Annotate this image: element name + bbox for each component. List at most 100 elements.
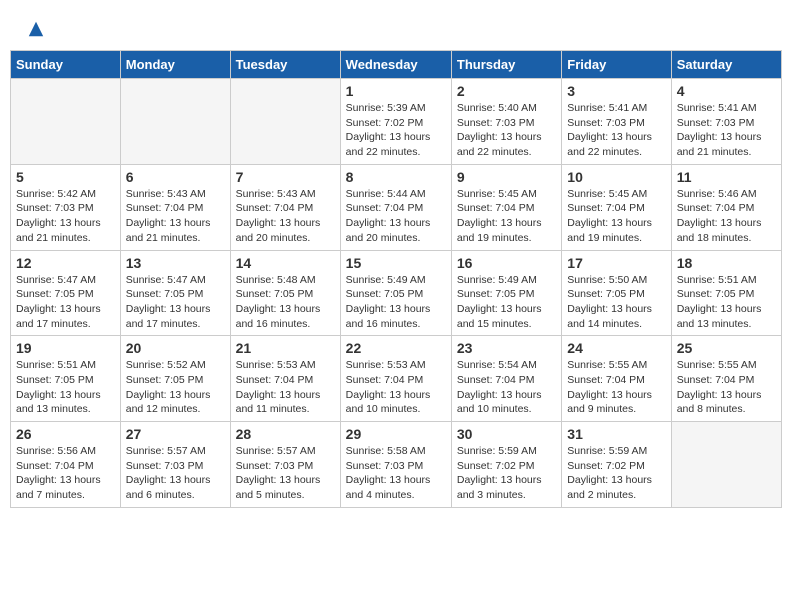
day-number: 22	[346, 340, 446, 356]
weekday-header-tuesday: Tuesday	[230, 51, 340, 79]
weekday-header-sunday: Sunday	[11, 51, 121, 79]
logo-icon	[27, 20, 45, 38]
day-number: 1	[346, 83, 446, 99]
day-info: Sunrise: 5:43 AMSunset: 7:04 PMDaylight:…	[236, 187, 335, 246]
calendar-cell	[230, 79, 340, 165]
calendar-cell: 24 Sunrise: 5:55 AMSunset: 7:04 PMDayligh…	[562, 336, 671, 422]
calendar-cell: 12 Sunrise: 5:47 AMSunset: 7:05 PMDayligh…	[11, 250, 121, 336]
day-number: 21	[236, 340, 335, 356]
calendar-cell: 18Sunrise: 5:51 AMSunset: 7:05 PMDayligh…	[671, 250, 781, 336]
day-number: 6	[126, 169, 225, 185]
day-info: Sunrise: 5:40 AMSunset: 7:03 PMDaylight:…	[457, 101, 556, 160]
calendar-cell: 4 Sunrise: 5:41 AMSunset: 7:03 PMDaylight…	[671, 79, 781, 165]
weekday-header-saturday: Saturday	[671, 51, 781, 79]
day-number: 29	[346, 426, 446, 442]
calendar-cell: 19Sunrise: 5:51 AMSunset: 7:05 PMDayligh…	[11, 336, 121, 422]
day-info: Sunrise: 5:53 AMSunset: 7:04 PMDaylight:…	[346, 358, 446, 417]
day-number: 30	[457, 426, 556, 442]
day-info: Sunrise: 5:41 AMSunset: 7:03 PMDaylight:…	[567, 101, 665, 160]
day-number: 14	[236, 255, 335, 271]
day-info: Sunrise: 5:48 AMSunset: 7:05 PMDaylight:…	[236, 273, 335, 332]
calendar-cell: 9 Sunrise: 5:45 AMSunset: 7:04 PMDaylight…	[451, 164, 561, 250]
day-info: Sunrise: 5:59 AMSunset: 7:02 PMDaylight:…	[457, 444, 556, 503]
day-number: 2	[457, 83, 556, 99]
day-info: Sunrise: 5:49 AMSunset: 7:05 PMDaylight:…	[457, 273, 556, 332]
calendar-week-row: 12 Sunrise: 5:47 AMSunset: 7:05 PMDayligh…	[11, 250, 782, 336]
calendar-cell: 27Sunrise: 5:57 AMSunset: 7:03 PMDayligh…	[120, 422, 230, 508]
calendar-cell: 5 Sunrise: 5:42 AMSunset: 7:03 PMDaylight…	[11, 164, 121, 250]
day-number: 27	[126, 426, 225, 442]
day-info: Sunrise: 5:42 AMSunset: 7:03 PMDaylight:…	[16, 187, 115, 246]
calendar-cell	[671, 422, 781, 508]
calendar-header-row: SundayMondayTuesdayWednesdayThursdayFrid…	[11, 51, 782, 79]
calendar-cell	[11, 79, 121, 165]
day-info: Sunrise: 5:58 AMSunset: 7:03 PMDaylight:…	[346, 444, 446, 503]
weekday-header-friday: Friday	[562, 51, 671, 79]
day-info: Sunrise: 5:52 AMSunset: 7:05 PMDaylight:…	[126, 358, 225, 417]
calendar-cell	[120, 79, 230, 165]
calendar-cell: 10 Sunrise: 5:45 AMSunset: 7:04 PMDayligh…	[562, 164, 671, 250]
calendar-cell: 16 Sunrise: 5:49 AMSunset: 7:05 PMDayligh…	[451, 250, 561, 336]
day-info: Sunrise: 5:53 AMSunset: 7:04 PMDaylight:…	[236, 358, 335, 417]
day-info: Sunrise: 5:46 AMSunset: 7:04 PMDaylight:…	[677, 187, 776, 246]
calendar-cell: 29 Sunrise: 5:58 AMSunset: 7:03 PMDayligh…	[340, 422, 451, 508]
day-number: 9	[457, 169, 556, 185]
day-number: 23	[457, 340, 556, 356]
calendar-cell: 6 Sunrise: 5:43 AMSunset: 7:04 PMDaylight…	[120, 164, 230, 250]
weekday-header-monday: Monday	[120, 51, 230, 79]
calendar-week-row: 19Sunrise: 5:51 AMSunset: 7:05 PMDayligh…	[11, 336, 782, 422]
day-info: Sunrise: 5:39 AMSunset: 7:02 PMDaylight:…	[346, 101, 446, 160]
calendar-week-row: 1 Sunrise: 5:39 AMSunset: 7:02 PMDaylight…	[11, 79, 782, 165]
calendar-cell: 13 Sunrise: 5:47 AMSunset: 7:05 PMDayligh…	[120, 250, 230, 336]
day-number: 26	[16, 426, 115, 442]
day-number: 31	[567, 426, 665, 442]
day-info: Sunrise: 5:43 AMSunset: 7:04 PMDaylight:…	[126, 187, 225, 246]
calendar-cell: 7 Sunrise: 5:43 AMSunset: 7:04 PMDaylight…	[230, 164, 340, 250]
day-number: 28	[236, 426, 335, 442]
day-info: Sunrise: 5:56 AMSunset: 7:04 PMDaylight:…	[16, 444, 115, 503]
day-info: Sunrise: 5:54 AMSunset: 7:04 PMDaylight:…	[457, 358, 556, 417]
day-number: 4	[677, 83, 776, 99]
weekday-header-thursday: Thursday	[451, 51, 561, 79]
day-info: Sunrise: 5:49 AMSunset: 7:05 PMDaylight:…	[346, 273, 446, 332]
calendar-cell: 26 Sunrise: 5:56 AMSunset: 7:04 PMDayligh…	[11, 422, 121, 508]
day-info: Sunrise: 5:51 AMSunset: 7:05 PMDaylight:…	[16, 358, 115, 417]
calendar-cell: 11Sunrise: 5:46 AMSunset: 7:04 PMDayligh…	[671, 164, 781, 250]
day-number: 13	[126, 255, 225, 271]
day-info: Sunrise: 5:55 AMSunset: 7:04 PMDaylight:…	[567, 358, 665, 417]
calendar-cell: 3Sunrise: 5:41 AMSunset: 7:03 PMDaylight…	[562, 79, 671, 165]
calendar-table: SundayMondayTuesdayWednesdayThursdayFrid…	[10, 50, 782, 508]
calendar-cell: 21 Sunrise: 5:53 AMSunset: 7:04 PMDayligh…	[230, 336, 340, 422]
day-info: Sunrise: 5:59 AMSunset: 7:02 PMDaylight:…	[567, 444, 665, 503]
day-number: 10	[567, 169, 665, 185]
calendar-cell: 15Sunrise: 5:49 AMSunset: 7:05 PMDayligh…	[340, 250, 451, 336]
day-info: Sunrise: 5:47 AMSunset: 7:05 PMDaylight:…	[126, 273, 225, 332]
day-number: 12	[16, 255, 115, 271]
day-number: 7	[236, 169, 335, 185]
day-number: 16	[457, 255, 556, 271]
calendar-cell: 25Sunrise: 5:55 AMSunset: 7:04 PMDayligh…	[671, 336, 781, 422]
day-number: 24	[567, 340, 665, 356]
day-info: Sunrise: 5:51 AMSunset: 7:05 PMDaylight:…	[677, 273, 776, 332]
day-number: 8	[346, 169, 446, 185]
day-info: Sunrise: 5:41 AMSunset: 7:03 PMDaylight:…	[677, 101, 776, 160]
day-number: 5	[16, 169, 115, 185]
calendar-week-row: 5 Sunrise: 5:42 AMSunset: 7:03 PMDaylight…	[11, 164, 782, 250]
calendar-cell: 2 Sunrise: 5:40 AMSunset: 7:03 PMDaylight…	[451, 79, 561, 165]
day-info: Sunrise: 5:47 AMSunset: 7:05 PMDaylight:…	[16, 273, 115, 332]
day-info: Sunrise: 5:57 AMSunset: 7:03 PMDaylight:…	[236, 444, 335, 503]
page-header	[10, 10, 782, 45]
calendar-cell: 30 Sunrise: 5:59 AMSunset: 7:02 PMDayligh…	[451, 422, 561, 508]
calendar-cell: 1 Sunrise: 5:39 AMSunset: 7:02 PMDaylight…	[340, 79, 451, 165]
calendar-cell: 20Sunrise: 5:52 AMSunset: 7:05 PMDayligh…	[120, 336, 230, 422]
calendar-cell: 28 Sunrise: 5:57 AMSunset: 7:03 PMDayligh…	[230, 422, 340, 508]
calendar-cell: 8Sunrise: 5:44 AMSunset: 7:04 PMDaylight…	[340, 164, 451, 250]
day-number: 17	[567, 255, 665, 271]
day-info: Sunrise: 5:50 AMSunset: 7:05 PMDaylight:…	[567, 273, 665, 332]
weekday-header-wednesday: Wednesday	[340, 51, 451, 79]
calendar-cell: 23 Sunrise: 5:54 AMSunset: 7:04 PMDayligh…	[451, 336, 561, 422]
logo	[25, 20, 45, 40]
day-info: Sunrise: 5:55 AMSunset: 7:04 PMDaylight:…	[677, 358, 776, 417]
day-info: Sunrise: 5:45 AMSunset: 7:04 PMDaylight:…	[457, 187, 556, 246]
day-info: Sunrise: 5:45 AMSunset: 7:04 PMDaylight:…	[567, 187, 665, 246]
